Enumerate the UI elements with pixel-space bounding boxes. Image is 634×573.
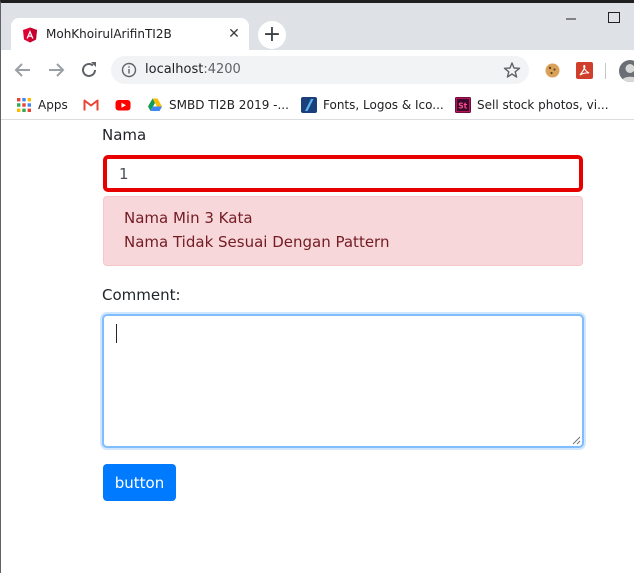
- google-drive-icon: [148, 98, 162, 111]
- page-content: Nama Nama Min 3 Kata Nama Tidak Sesuai D…: [1, 121, 634, 573]
- browser-window: MohKhoirulArifinTI2B ✕ + localhost:4200: [0, 0, 634, 573]
- bookmark-stock[interactable]: St Sell stock photos, vi...: [455, 95, 609, 115]
- bookmarks-bar: Apps SMBD TI2B 2019 -... Fonts, Logos & …: [1, 90, 634, 120]
- browser-toolbar: localhost:4200: [1, 50, 634, 90]
- url-host: localhost: [145, 62, 204, 77]
- fonts-site-icon: [301, 97, 317, 113]
- bookmark-fonts[interactable]: Fonts, Logos & Ico...: [301, 95, 444, 115]
- nama-label: Nama: [102, 126, 147, 144]
- svg-text:St: St: [458, 102, 467, 111]
- comment-label: Comment:: [102, 286, 181, 304]
- bookmark-smbd[interactable]: SMBD TI2B 2019 -...: [147, 95, 289, 115]
- bookmark-youtube[interactable]: [115, 95, 133, 115]
- avatar-person-icon: [621, 64, 634, 82]
- reload-icon[interactable]: [77, 58, 101, 82]
- cookie-extension-icon[interactable]: [544, 62, 561, 79]
- nama-input[interactable]: [103, 155, 583, 192]
- minimize-icon[interactable]: [563, 7, 579, 23]
- url-text[interactable]: localhost:4200: [145, 62, 241, 77]
- back-arrow-icon[interactable]: [11, 58, 35, 82]
- profile-avatar[interactable]: [619, 60, 634, 82]
- tab-title: MohKhoirulArifinTI2B: [46, 27, 172, 41]
- forward-arrow-icon[interactable]: [44, 58, 68, 82]
- gmail-icon: [83, 99, 99, 111]
- angular-icon: [23, 27, 37, 43]
- bookmark-apps[interactable]: Apps: [16, 95, 76, 115]
- submit-button[interactable]: button: [103, 464, 176, 501]
- tab-close-icon[interactable]: ✕: [225, 25, 243, 43]
- tab-strip: MohKhoirulArifinTI2B ✕ +: [1, 3, 634, 51]
- site-info-icon[interactable]: [121, 62, 137, 78]
- bookmark-label: Apps: [38, 98, 68, 112]
- url-port: :4200: [203, 62, 241, 77]
- maximize-icon[interactable]: [608, 12, 620, 23]
- bookmark-star-icon[interactable]: [503, 61, 521, 79]
- error-min-words: Nama Min 3 Kata: [124, 209, 253, 227]
- youtube-icon: [115, 100, 131, 111]
- resize-grip-icon[interactable]: [571, 435, 581, 445]
- bookmark-gmail[interactable]: [83, 95, 101, 115]
- bookmark-label: Fonts, Logos & Ico...: [323, 98, 444, 112]
- comment-textarea[interactable]: [102, 314, 584, 448]
- error-pattern: Nama Tidak Sesuai Dengan Pattern: [124, 233, 390, 251]
- validation-alert: Nama Min 3 Kata Nama Tidak Sesuai Dengan…: [103, 196, 583, 266]
- text-caret: [116, 324, 117, 343]
- browser-tab[interactable]: MohKhoirulArifinTI2B ✕: [11, 18, 249, 51]
- bookmark-label: SMBD TI2B 2019 -...: [169, 98, 289, 112]
- adobe-stock-icon: St: [455, 97, 471, 113]
- address-bar[interactable]: localhost:4200: [111, 56, 529, 84]
- apps-grid-icon: [17, 98, 31, 112]
- toolbar-divider: [605, 63, 606, 79]
- bookmark-label: Sell stock photos, vi...: [477, 98, 609, 112]
- acrobat-extension-icon[interactable]: [576, 62, 593, 79]
- new-tab-button[interactable]: +: [258, 21, 286, 49]
